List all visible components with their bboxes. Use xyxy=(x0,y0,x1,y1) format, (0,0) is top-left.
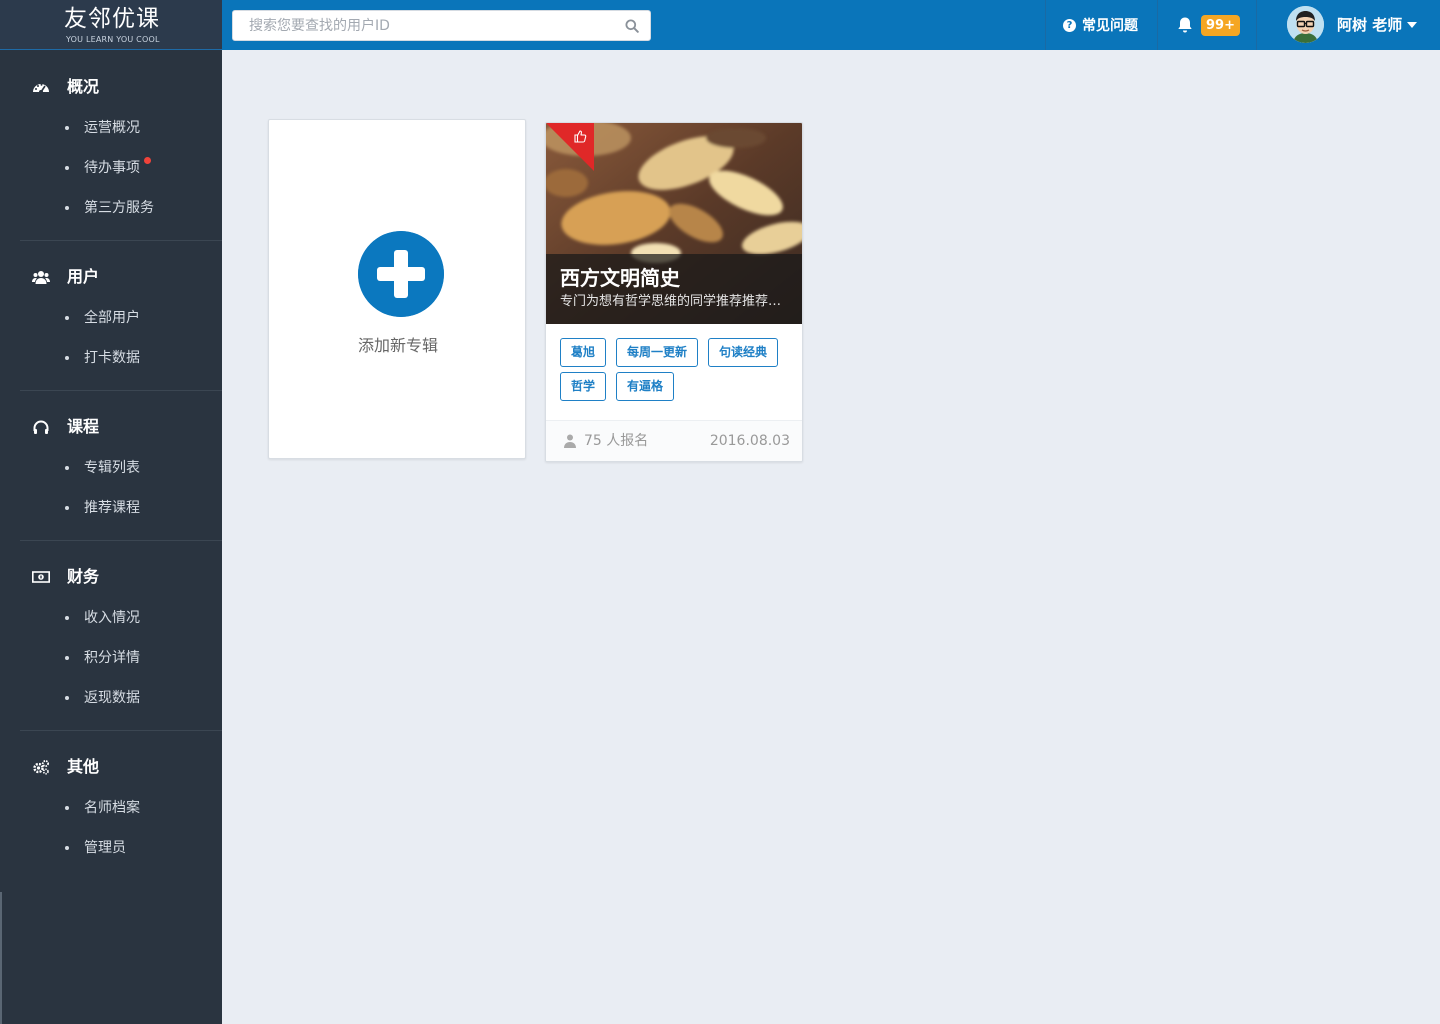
question-icon: ? xyxy=(1063,18,1076,32)
money-icon xyxy=(32,571,50,583)
headphones-icon xyxy=(33,420,49,434)
dashboard-icon xyxy=(33,83,49,94)
notification-badge[interactable]: 99+ xyxy=(1201,15,1240,36)
sidebar-group-header[interactable]: 其他 xyxy=(0,752,222,782)
bullet xyxy=(65,656,69,660)
add-album-card[interactable]: 添加新专辑 xyxy=(268,119,526,459)
sidebar-item-label: 推荐课程 xyxy=(84,500,140,516)
header-divider xyxy=(1045,0,1046,50)
album-footer: 75 人报名 2016.08.03 xyxy=(546,420,802,461)
unread-indicator xyxy=(144,157,151,164)
tag[interactable]: 每周一更新 xyxy=(616,338,698,367)
album-date: 2016.08.03 xyxy=(709,433,790,449)
sidebar-divider xyxy=(20,540,222,541)
bullet xyxy=(65,806,69,810)
search-input[interactable] xyxy=(233,11,613,40)
tag[interactable]: 句读经典 xyxy=(708,338,778,367)
sidebar-item-label: 返现数据 xyxy=(84,690,140,706)
sidebar-item-recommended[interactable]: 推荐课程 xyxy=(65,497,222,519)
sidebar-item-label: 专辑列表 xyxy=(84,460,140,476)
sidebar-item-third-party[interactable]: 第三方服务 xyxy=(65,197,222,219)
tag[interactable]: 有逼格 xyxy=(616,372,674,401)
tag[interactable]: 葛旭 xyxy=(560,338,606,367)
faq-link[interactable]: ? 常见问题 xyxy=(1063,0,1138,50)
sidebar-item-income[interactable]: 收入情况 xyxy=(65,607,222,629)
bullet xyxy=(65,206,69,210)
logo[interactable]: 友邻优课 YOU LEARN YOU COOL xyxy=(0,0,222,50)
sidebar-item-cashback[interactable]: 返现数据 xyxy=(65,687,222,709)
sidebar-group-title: 课程 xyxy=(67,417,100,436)
search-icon[interactable] xyxy=(625,19,639,33)
sidebar-group-header[interactable]: 财务 xyxy=(0,562,222,592)
sidebar-group-header[interactable]: 概况 xyxy=(0,72,222,102)
sidebar-group-title: 用户 xyxy=(67,267,100,286)
sidebar-item-album-list[interactable]: 专辑列表 xyxy=(65,457,222,479)
bullet xyxy=(65,616,69,620)
tag[interactable]: 哲学 xyxy=(560,372,606,401)
bullet xyxy=(65,356,69,360)
album-cover: 西方文明简史 专门为想有哲学思维的同学推荐推荐推荐 xyxy=(546,123,802,324)
bullet xyxy=(65,166,69,170)
bullet xyxy=(65,506,69,510)
header-divider xyxy=(1157,0,1158,50)
sidebar-group-title: 概况 xyxy=(67,77,100,96)
bell-icon[interactable] xyxy=(1176,16,1194,34)
bullet xyxy=(65,126,69,130)
users-icon xyxy=(32,271,50,284)
header-divider xyxy=(1256,0,1257,50)
sidebar-group-header[interactable]: 用户 xyxy=(0,262,222,292)
user-name[interactable]: 阿树 老师 xyxy=(1337,0,1402,50)
search-box xyxy=(232,10,651,41)
sidebar-item-label: 运营概况 xyxy=(84,120,140,136)
sidebar-item-label: 积分详情 xyxy=(84,650,140,666)
bullet xyxy=(65,696,69,700)
album-card[interactable]: 西方文明简史 专门为想有哲学思维的同学推荐推荐推荐 葛旭 每周一更新 句读经典 … xyxy=(545,122,803,462)
album-title[interactable]: 西方文明简史 xyxy=(560,265,680,291)
avatar-illustration xyxy=(1287,6,1324,43)
sidebar-item-operations[interactable]: 运营概况 xyxy=(65,117,222,139)
sidebar-item-admins[interactable]: 管理员 xyxy=(65,837,222,859)
sidebar-item-label: 全部用户 xyxy=(84,310,140,326)
chevron-down-icon[interactable] xyxy=(1407,22,1417,28)
bullet xyxy=(65,466,69,470)
avatar[interactable] xyxy=(1287,6,1324,43)
plus-icon[interactable] xyxy=(358,231,444,317)
sidebar-item-label: 管理员 xyxy=(84,840,126,856)
sidebar-divider xyxy=(20,240,222,241)
sidebar-item-label: 第三方服务 xyxy=(84,200,154,216)
sidebar-divider xyxy=(20,390,222,391)
sidebar-item-points[interactable]: 积分详情 xyxy=(65,647,222,669)
sidebar-item-all-users[interactable]: 全部用户 xyxy=(65,307,222,329)
logo-title: 友邻优课 xyxy=(64,6,160,32)
sidebar-item-teacher-profiles[interactable]: 名师档案 xyxy=(65,797,222,819)
sidebar-footer xyxy=(0,892,222,1024)
recommended-corner xyxy=(546,123,594,171)
sidebar-group-header[interactable]: 课程 xyxy=(0,412,222,442)
sidebar-group-title: 其他 xyxy=(67,757,100,776)
bullet xyxy=(65,846,69,850)
logo-tagline: YOU LEARN YOU COOL xyxy=(66,35,160,44)
bullet xyxy=(65,316,69,320)
enrolled-count: 75 人报名 xyxy=(584,433,649,449)
sidebar-item-checkin-data[interactable]: 打卡数据 xyxy=(65,347,222,369)
sidebar-item-label: 待办事项 xyxy=(84,160,140,176)
album-description: 专门为想有哲学思维的同学推荐推荐推荐 xyxy=(560,294,792,309)
person-icon xyxy=(564,434,576,448)
sidebar-item-label: 收入情况 xyxy=(84,610,140,626)
sidebar: 概况 运营概况 待办事项 第三方服务 用户 全部用户 打卡数据 课程 专辑列表 … xyxy=(0,50,222,892)
sidebar-group-title: 财务 xyxy=(67,567,100,586)
sidebar-divider xyxy=(20,730,222,731)
faq-label: 常见问题 xyxy=(1082,18,1138,34)
gears-icon xyxy=(33,760,49,775)
add-album-label: 添加新专辑 xyxy=(357,336,438,355)
top-bar: 友邻优课 YOU LEARN YOU COOL ? 常见问题 99+ 阿树 老 xyxy=(0,0,1440,50)
sidebar-item-label: 打卡数据 xyxy=(84,350,140,366)
sidebar-item-label: 名师档案 xyxy=(84,800,140,816)
